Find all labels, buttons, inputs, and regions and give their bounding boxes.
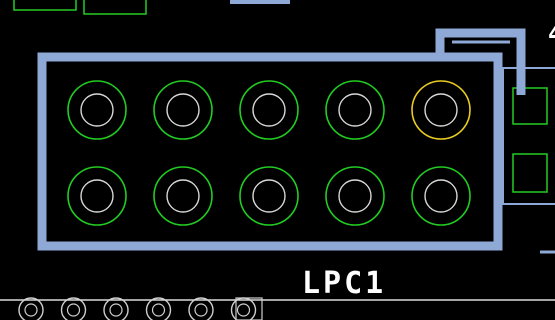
lower-pad-ring [145, 297, 172, 320]
pad-ring [411, 80, 471, 140]
pad[interactable] [239, 166, 299, 226]
pad[interactable] [325, 80, 385, 140]
drill-hole [166, 93, 200, 127]
pad-ring [67, 80, 127, 140]
pad-ring [153, 80, 213, 140]
pad[interactable] [153, 166, 213, 226]
pad[interactable] [325, 166, 385, 226]
lower-header-pad[interactable] [103, 297, 129, 320]
pcb-canvas[interactable]: 4 LPC1 [0, 0, 555, 320]
drill-hole [424, 93, 458, 127]
lower-pad-ring [60, 297, 87, 320]
drill-hole [424, 179, 458, 213]
drill-hole [252, 179, 286, 213]
pad-ring [239, 80, 299, 140]
drill-hole [338, 179, 372, 213]
lower-pad-hole [151, 303, 166, 317]
reference-designator[interactable]: LPC1 [302, 266, 386, 301]
pad[interactable] [67, 80, 127, 140]
pad-ring [325, 166, 385, 226]
pad[interactable] [411, 166, 471, 226]
drill-hole [338, 93, 372, 127]
drill-hole [80, 179, 114, 213]
pad-ring [325, 80, 385, 140]
pad[interactable] [153, 80, 213, 140]
lower-pad-ring [230, 297, 257, 320]
pad-ring [411, 166, 471, 226]
pad-ring [239, 166, 299, 226]
pad-ring [67, 166, 127, 226]
adjacent-pad-square[interactable] [512, 153, 548, 193]
lower-pad-hole [236, 303, 251, 317]
drill-hole [166, 179, 200, 213]
lower-header-pad[interactable] [230, 297, 257, 320]
lower-header-pad[interactable] [145, 297, 172, 320]
lower-pad-hole [24, 303, 38, 317]
lower-pad-hole [66, 303, 81, 317]
silkscreen-body-outline [37, 52, 503, 251]
lower-pad-hole [109, 303, 123, 317]
pad-pin1[interactable] [411, 80, 471, 140]
lower-header-pad[interactable] [188, 297, 214, 320]
pad-grid [67, 80, 471, 226]
lower-pad-ring [18, 297, 44, 320]
adjacent-component [502, 67, 555, 254]
drill-hole [80, 93, 114, 127]
edge-partial-label: 4 [548, 20, 555, 48]
top-partial-pad [83, 0, 147, 15]
lower-pad-hole [194, 303, 208, 317]
lower-header [18, 297, 263, 320]
lower-pad-ring [188, 297, 214, 320]
top-partial-pad [13, 0, 77, 11]
lower-pad-ring [103, 297, 129, 320]
pad[interactable] [67, 166, 127, 226]
pad-ring [153, 166, 213, 226]
lower-header-pad[interactable] [60, 297, 87, 320]
top-partial-silkscreen [230, 0, 290, 4]
top-partial-footprint [13, 0, 290, 15]
drill-hole [252, 93, 286, 127]
pad[interactable] [239, 80, 299, 140]
lower-header-pad[interactable] [18, 297, 44, 320]
connector-silkscreen [37, 28, 526, 251]
